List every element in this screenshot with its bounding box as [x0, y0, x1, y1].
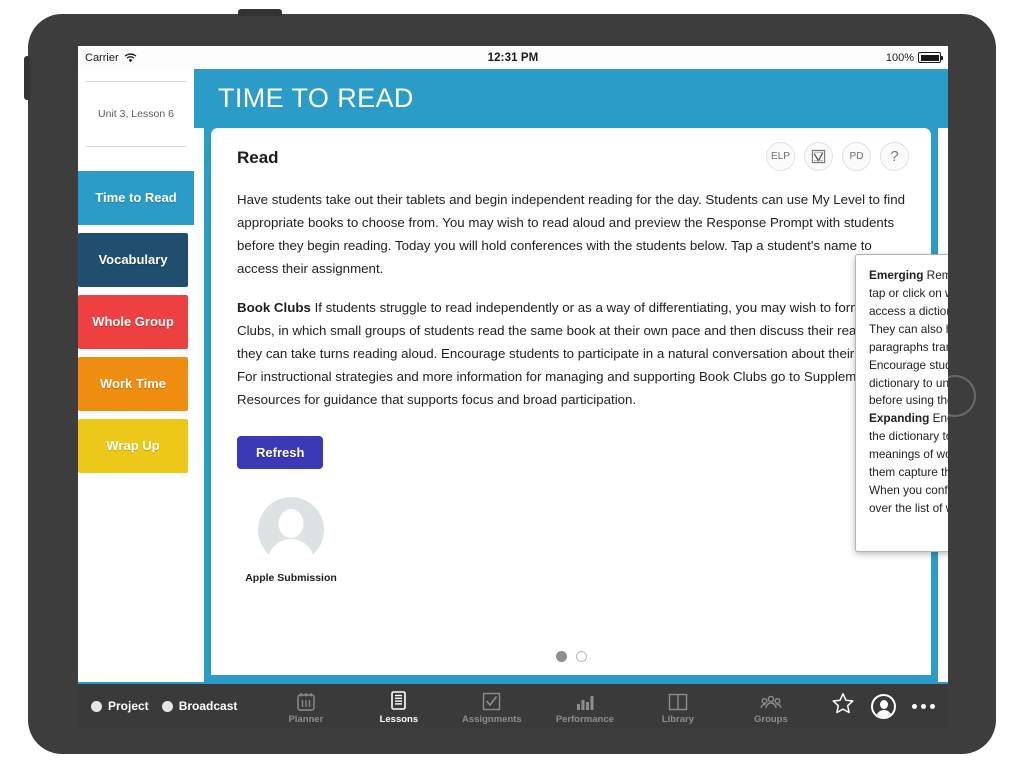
sidebar-item-label: Time to Read [95, 189, 177, 205]
unit-lesson-label: Unit 3, Lesson 6 [86, 81, 186, 147]
broadcast-toggle-label: Broadcast [178, 699, 238, 713]
sidebar-item-label: Wrap Up [106, 437, 160, 453]
tooltip-expanding-section: Expanding Encourage students to use the … [869, 410, 948, 518]
clipboard-check-icon [811, 149, 826, 164]
profile-avatar-button[interactable] [871, 693, 896, 719]
toolbar-toggles: Project Broadcast [91, 699, 237, 713]
page-dot-active[interactable] [555, 651, 567, 662]
page-indicator [211, 651, 931, 662]
status-bar: Carrier 12:31 PM 100% [78, 46, 948, 69]
broadcast-toggle-knob [161, 700, 173, 712]
tooltip-expanding-lead: Expanding [869, 411, 930, 426]
content-card: Read ELP PD ? Have students take out the… [211, 128, 931, 675]
tablet-screen: Carrier 12:31 PM 100% Unit 3, Lesson 6 T… [78, 46, 948, 728]
project-toggle-knob [91, 700, 102, 712]
checkbox-icon [482, 688, 501, 711]
refresh-button[interactable]: Refresh [237, 436, 324, 470]
sidebar-item-work-time[interactable]: Work Time [78, 357, 188, 411]
tooltip-expanding-text: Encourage students to use the dictionary… [869, 411, 948, 515]
toolbar-item-label: Planner [288, 713, 324, 725]
sidebar-item-whole-group[interactable]: Whole Group [78, 295, 188, 349]
instruction-paragraph-1: Have students take out their tablets and… [237, 192, 905, 277]
sidebar-item-label: Work Time [100, 375, 166, 391]
workspace: Unit 3, Lesson 6 Time to Read Vocabulary… [78, 69, 948, 682]
toolbar-item-label: Assignments [462, 713, 522, 725]
elp-tooltip-popover: Emerging Remind students that they can t… [855, 254, 948, 552]
student-card[interactable]: Apple Submission [237, 497, 345, 584]
assessment-clipboard-button[interactable] [804, 142, 833, 171]
sidebar-item-label: Whole Group [92, 313, 174, 329]
status-bar-right: 100% [885, 51, 943, 64]
elp-button-label: ELP [771, 151, 790, 162]
toolbar-nav-items: Planner Lessons Assignments Performance … [259, 688, 831, 725]
toolbar-item-label: Groups [753, 713, 788, 725]
elp-button[interactable]: ELP [766, 142, 795, 171]
toolbar-item-assignments[interactable]: Assignments [445, 688, 538, 725]
toolbar-item-performance[interactable]: Performance [538, 688, 631, 725]
status-bar-time: 12:31 PM [487, 51, 539, 64]
tablet-device-frame: Carrier 12:31 PM 100% Unit 3, Lesson 6 T… [24, 9, 996, 754]
bar-chart-icon [575, 688, 594, 711]
broadcast-toggle[interactable]: Broadcast [161, 699, 238, 713]
people-icon [760, 688, 782, 711]
tooltip-emerging-lead: Emerging [869, 268, 924, 282]
toolbar-item-library[interactable]: Library [631, 688, 724, 725]
help-button[interactable]: ? [880, 142, 909, 171]
top-button[interactable] [238, 9, 282, 16]
student-name-label: Apple Submission [245, 572, 337, 585]
project-toggle[interactable]: Project [91, 699, 149, 713]
toolbar-item-label: Performance [555, 713, 614, 725]
overflow-menu-icon[interactable] [912, 703, 935, 709]
lesson-sidebar: Unit 3, Lesson 6 Time to Read Vocabulary… [78, 69, 194, 682]
battery-full-icon [918, 52, 943, 63]
tooltip-emerging-text: Remind students that they can tap or cli… [869, 268, 948, 408]
toolbar-right-actions [831, 692, 935, 720]
help-button-label: ? [890, 148, 899, 165]
lesson-hero-header: TIME TO READ [194, 69, 948, 128]
toolbar-item-groups[interactable]: Groups [724, 688, 817, 725]
project-toggle-label: Project [108, 699, 149, 713]
page-title: TIME TO READ [218, 83, 414, 113]
card-action-icons: ELP PD ? [766, 142, 909, 171]
sidebar-item-vocabulary[interactable]: Vocabulary [78, 233, 188, 287]
book-lines-icon [390, 688, 408, 711]
pd-button-label: PD [849, 151, 864, 162]
battery-percent-label: 100% [885, 51, 914, 64]
pd-button[interactable]: PD [842, 142, 871, 171]
tooltip-emerging-section: Emerging Remind students that they can t… [869, 267, 948, 410]
toolbar-item-label: Library [661, 713, 694, 725]
app-container: Unit 3, Lesson 6 Time to Read Vocabulary… [78, 69, 948, 728]
toolbar-item-planner[interactable]: Planner [259, 688, 352, 725]
sidebar-item-label: Vocabulary [98, 251, 168, 267]
book-clubs-lead: Book Clubs [237, 299, 311, 315]
power-button[interactable] [24, 56, 30, 100]
open-book-icon [668, 688, 688, 711]
instruction-paragraph-2: Book Clubs If students struggle to read … [237, 296, 905, 412]
avatar [258, 497, 324, 564]
toolbar-item-label: Lessons [379, 713, 419, 725]
favorites-star-icon[interactable] [831, 692, 855, 720]
sidebar-item-time-to-read[interactable]: Time to Read [78, 171, 194, 225]
content-card-frame: Read ELP PD ? Have students take out the… [204, 128, 938, 682]
page-dot[interactable] [575, 651, 587, 662]
lesson-nav-list: Time to Read Vocabulary Whole Group Work… [78, 171, 194, 481]
toolbar-item-lessons[interactable]: Lessons [352, 688, 445, 725]
calendar-icon [297, 688, 315, 711]
book-clubs-text: If students struggle to read independent… [237, 299, 901, 408]
main-panel: TIME TO READ Read ELP PD ? Have students… [194, 69, 948, 682]
sidebar-item-wrap-up[interactable]: Wrap Up [78, 419, 188, 473]
bottom-toolbar: Project Broadcast Planner Lessons Assign… [78, 682, 948, 728]
